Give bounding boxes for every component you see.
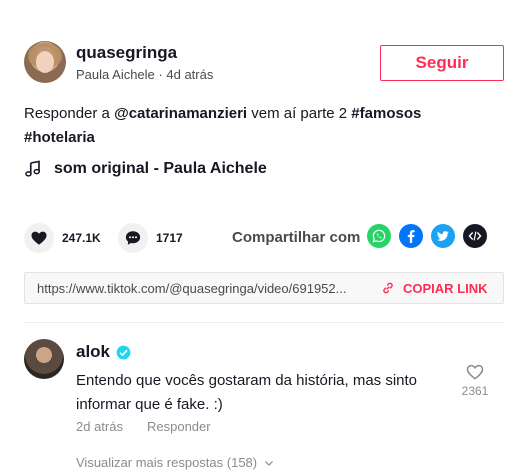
twitter-glyph bbox=[436, 231, 449, 241]
avatar-face bbox=[36, 51, 54, 73]
commenter-username[interactable]: alok bbox=[76, 342, 110, 362]
verified-badge-icon bbox=[116, 345, 131, 359]
view-more-replies-label: Visualizar mais respostas (158) bbox=[76, 455, 258, 470]
like-count: 247.1K bbox=[62, 231, 101, 245]
post-description: Responder a @catarinamanzieri vem aí par… bbox=[24, 102, 494, 150]
comment-like-count: 2361 bbox=[461, 384, 489, 398]
separator-dot: · bbox=[158, 67, 163, 82]
like-action[interactable]: 247.1K bbox=[24, 223, 101, 253]
embed-glyph bbox=[468, 231, 482, 241]
author-avatar[interactable] bbox=[24, 41, 66, 83]
follow-button[interactable]: Seguir bbox=[380, 45, 504, 81]
hashtag-hotelaria[interactable]: #hotelaria bbox=[24, 129, 95, 146]
heart-outline-icon[interactable] bbox=[465, 362, 485, 382]
comment-action[interactable]: 1717 bbox=[118, 223, 183, 253]
video-link-box: https://www.tiktok.com/@quasegringa/vide… bbox=[24, 272, 504, 304]
chevron-down-icon bbox=[265, 460, 274, 466]
description-middle: vem aí parte 2 bbox=[247, 105, 352, 122]
music-note-icon bbox=[25, 160, 41, 177]
like-button[interactable] bbox=[24, 223, 54, 253]
music-title: som original - Paula Aichele bbox=[54, 160, 267, 177]
view-more-replies[interactable]: Visualizar mais respostas (158) bbox=[76, 455, 275, 470]
video-url[interactable]: https://www.tiktok.com/@quasegringa/vide… bbox=[25, 281, 373, 296]
heart-icon bbox=[31, 231, 47, 245]
comment-text: Entendo que vocês gostaram da história, … bbox=[76, 372, 418, 413]
comment-meta: 2d atrás Responder bbox=[76, 419, 211, 434]
commenter-avatar[interactable] bbox=[24, 339, 64, 379]
whatsapp-glyph bbox=[372, 229, 386, 243]
description-prefix: Responder a bbox=[24, 105, 115, 122]
comment-like[interactable]: 2361 bbox=[461, 362, 489, 398]
copy-link-label: COPIAR LINK bbox=[403, 280, 488, 296]
music-row[interactable]: som original - Paula Aichele bbox=[24, 160, 267, 178]
section-divider bbox=[24, 322, 504, 323]
mention-link[interactable]: @catarinamanzieri bbox=[114, 105, 247, 122]
link-icon bbox=[383, 282, 393, 294]
reply-button[interactable]: Responder bbox=[147, 419, 211, 434]
comment-count: 1717 bbox=[156, 231, 183, 245]
commenter-name-row: alok bbox=[76, 342, 131, 362]
comment-icon bbox=[125, 231, 141, 245]
author-display-name: Paula Aichele bbox=[76, 67, 155, 82]
author-subline: Paula Aichele · 4d atrás bbox=[76, 67, 213, 82]
hashtag-famosos[interactable]: #famosos bbox=[351, 105, 421, 122]
copy-link-button[interactable]: COPIAR LINK bbox=[381, 281, 488, 296]
whatsapp-icon[interactable] bbox=[367, 224, 391, 248]
twitter-icon[interactable] bbox=[431, 224, 455, 248]
facebook-glyph bbox=[407, 230, 415, 243]
embed-icon[interactable] bbox=[463, 224, 487, 248]
facebook-icon[interactable] bbox=[399, 224, 423, 248]
comment-time: 2d atrás bbox=[76, 419, 123, 434]
author-username[interactable]: quasegringa bbox=[76, 43, 177, 63]
comment-button[interactable] bbox=[118, 223, 148, 253]
post-time: 4d atrás bbox=[166, 67, 214, 82]
share-label: Compartilhar com bbox=[232, 229, 361, 246]
